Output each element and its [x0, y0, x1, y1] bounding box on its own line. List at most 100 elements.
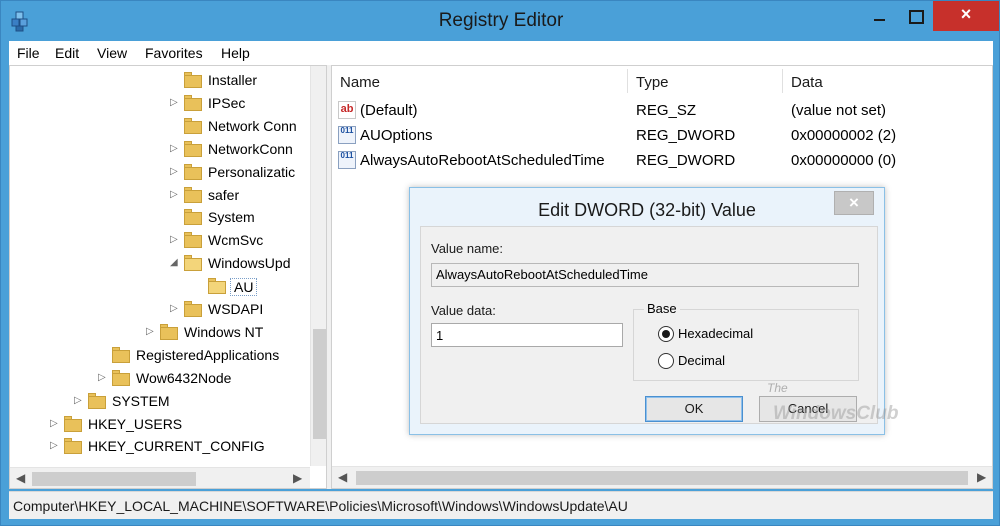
dialog-body: Value name: AlwaysAutoRebootAtScheduledT… — [420, 226, 898, 424]
folder-icon — [184, 301, 202, 317]
expand-arrow-icon[interactable]: ▷ — [170, 234, 180, 246]
folder-icon — [184, 72, 202, 88]
list-horizontal-scroll-thumb[interactable] — [356, 471, 968, 485]
hexadecimal-label[interactable]: Hexadecimal — [678, 326, 753, 341]
expand-arrow-icon[interactable]: ▷ — [50, 440, 60, 452]
scroll-right-icon[interactable]: ▶ — [293, 471, 302, 485]
status-bar: Computer\HKEY_LOCAL_MACHINE\SOFTWARE\Pol… — [9, 491, 993, 519]
expand-arrow-icon[interactable]: ▷ — [170, 97, 180, 109]
menu-edit[interactable]: Edit — [55, 45, 79, 61]
list-cell-type: REG_DWORD — [636, 152, 736, 169]
folder-icon — [184, 255, 202, 272]
folder-icon — [112, 369, 130, 386]
close-icon: × — [960, 4, 972, 24]
tree-item-label: safer — [208, 186, 240, 203]
tree-item-label: NetworkConn — [208, 140, 293, 157]
registry-editor-window: Registry Editor × File Edit View Favorit… — [0, 0, 1000, 526]
tree-item-label: IPSec — [208, 94, 246, 111]
scroll-right-icon[interactable]: ▶ — [977, 470, 986, 484]
folder-icon — [184, 94, 202, 111]
tree-item-label: WSDAPI — [208, 301, 264, 317]
expand-arrow-icon[interactable]: ▷ — [170, 303, 180, 315]
list-horizontal-scrollbar[interactable]: ◀ ▶ — [332, 466, 992, 488]
column-divider[interactable] — [627, 69, 628, 93]
tree-item-label: SYSTEM — [112, 392, 170, 409]
value-name-label: Value name: — [431, 241, 504, 256]
expand-arrow-icon[interactable]: ◢ — [170, 257, 180, 269]
hexadecimal-radio[interactable] — [658, 326, 674, 342]
list-cell-type: REG_DWORD — [636, 127, 736, 144]
minimize-button[interactable] — [863, 1, 895, 31]
decimal-label[interactable]: Decimal — [678, 353, 725, 368]
column-divider[interactable] — [782, 69, 783, 93]
tree-item-label: AU — [230, 278, 258, 297]
tree-item-label: Personalizatic — [208, 163, 296, 180]
window-title: Registry Editor — [438, 10, 564, 31]
folder-icon — [184, 163, 202, 180]
dialog-close-button[interactable]: × — [834, 191, 874, 215]
status-path: Computer\HKEY_LOCAL_MACHINE\SOFTWARE\Pol… — [13, 498, 628, 514]
expand-arrow-icon[interactable] — [170, 74, 180, 86]
expand-arrow-icon[interactable]: ▷ — [74, 395, 84, 407]
expand-arrow-icon[interactable]: ▷ — [170, 166, 180, 178]
folder-icon — [208, 278, 226, 295]
column-name[interactable]: Name — [340, 74, 380, 91]
folder-icon — [184, 140, 202, 157]
decimal-radio[interactable] — [658, 353, 674, 369]
list-cell-type: REG_SZ — [636, 102, 697, 119]
expand-arrow-icon[interactable]: ▷ — [146, 326, 156, 338]
tree-item-label: Wow6432Node — [136, 369, 232, 386]
tree-horizontal-scrollbar[interactable]: ◀ ▶ — [10, 467, 310, 488]
folder-icon — [184, 232, 202, 249]
menu-help[interactable]: Help — [221, 45, 250, 61]
expand-arrow-icon[interactable]: ▷ — [50, 418, 60, 430]
watermark-line1: The — [767, 381, 788, 395]
folder-icon — [88, 392, 106, 409]
list-header: Name Type Data — [332, 66, 992, 98]
expand-arrow-icon[interactable]: ▷ — [170, 143, 180, 155]
expand-arrow-icon[interactable]: ▷ — [170, 189, 180, 201]
scroll-left-icon[interactable]: ◀ — [338, 470, 347, 484]
list-item[interactable]: 011 AUOptions REG_DWORD 0x00000002 (2) — [332, 123, 992, 148]
registry-tree[interactable]: Installer ▷ IPSec Network Conn ▷ NetworkConn ▷… — [9, 65, 327, 489]
close-button[interactable]: × — [933, 1, 999, 31]
folder-icon — [64, 438, 82, 455]
value-data-input[interactable] — [431, 323, 623, 347]
folder-icon — [112, 346, 130, 363]
list-cell-data: (value not set) — [791, 102, 887, 119]
folder-icon — [184, 117, 202, 134]
list-item[interactable]: ab (Default) REG_SZ (value not set) — [332, 98, 992, 123]
tree-vertical-scroll-thumb[interactable] — [313, 329, 326, 439]
expand-arrow-icon[interactable]: ▷ — [98, 372, 108, 384]
scroll-left-icon[interactable]: ◀ — [16, 471, 25, 485]
folder-icon — [184, 209, 202, 226]
binary-value-icon: 011 — [338, 126, 356, 144]
tree-item-label: WcmSvc — [208, 232, 264, 249]
list-item[interactable]: 011 AlwaysAutoRebootAtScheduledTime REG_DW… — [332, 148, 992, 173]
menu-file[interactable]: File — [17, 45, 40, 61]
tree-vertical-scrollbar[interactable] — [310, 66, 326, 466]
expand-arrow-icon[interactable] — [170, 211, 180, 223]
title-bar[interactable]: Registry Editor × — [1, 1, 1000, 41]
column-data[interactable]: Data — [791, 74, 823, 91]
value-name-field: AlwaysAutoRebootAtScheduledTime — [431, 263, 859, 287]
tree-item-label: System — [208, 209, 255, 226]
tree-item-label: Installer — [208, 72, 258, 88]
menu-view[interactable]: View — [97, 45, 127, 61]
menu-favorites[interactable]: Favorites — [145, 45, 203, 61]
maximize-button[interactable] — [899, 1, 931, 31]
column-type[interactable]: Type — [636, 74, 669, 91]
folder-icon — [160, 323, 178, 340]
list-cell-name: (Default) — [360, 102, 418, 119]
tree-horizontal-scroll-thumb[interactable] — [32, 472, 196, 486]
tree-item-label: Network Conn — [208, 117, 297, 134]
expand-arrow-icon[interactable] — [170, 120, 180, 132]
edit-dword-dialog: Edit DWORD (32-bit) Value × Value name: … — [409, 187, 898, 435]
folder-icon — [64, 415, 82, 432]
expand-arrow-icon[interactable] — [194, 280, 204, 292]
binary-value-icon: 011 — [338, 151, 356, 169]
expand-arrow-icon[interactable] — [98, 349, 108, 361]
folder-icon — [184, 186, 202, 203]
string-value-icon: ab — [338, 101, 356, 119]
ok-button[interactable]: OK — [645, 396, 743, 422]
